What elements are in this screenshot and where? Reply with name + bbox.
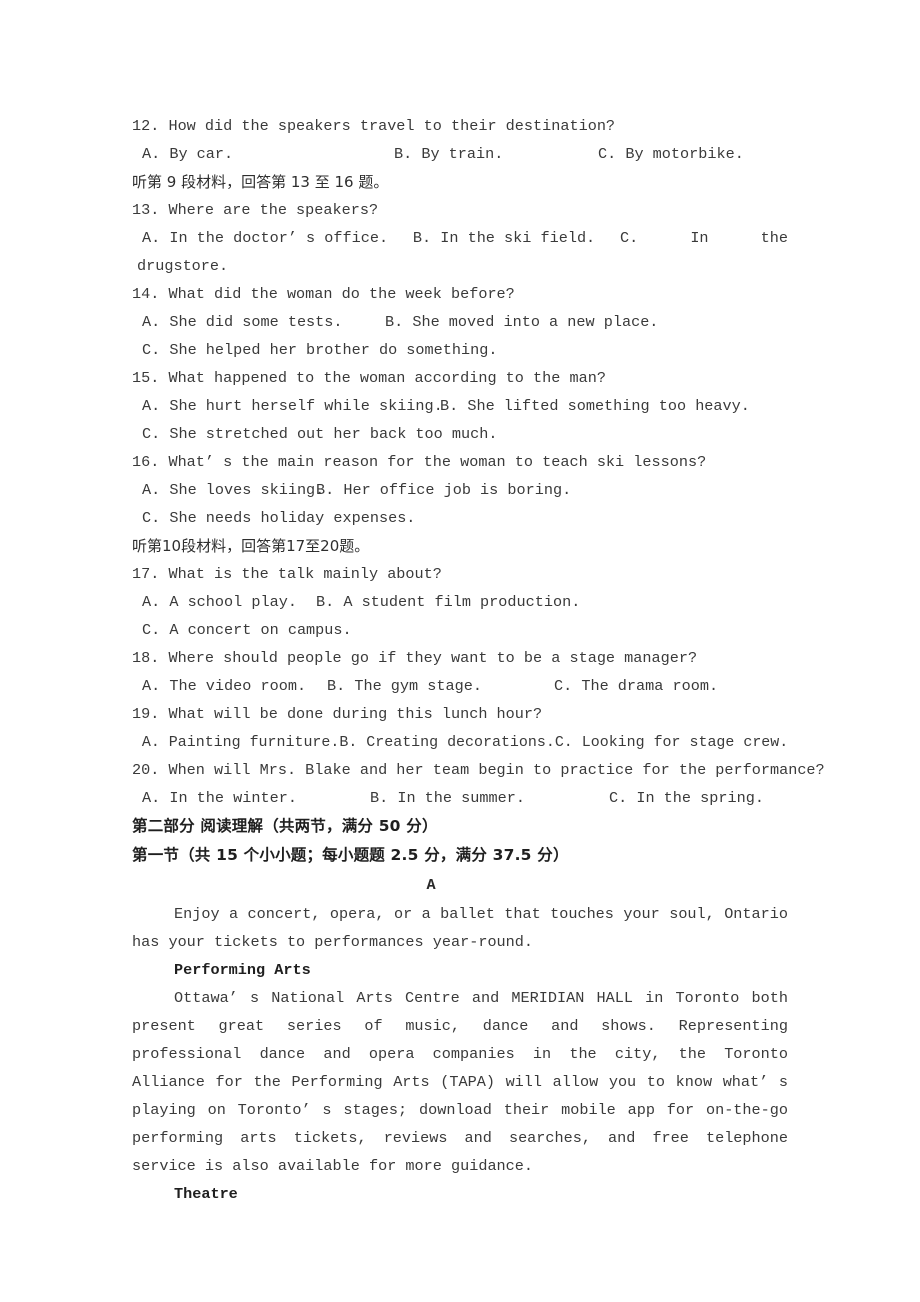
option-17-c[interactable]: C. A concert on campus. xyxy=(142,616,352,644)
question-stem-12: 12. How did the speakers travel to their… xyxy=(132,117,616,135)
option-row-12: A. By car. B. By train. C. By motorbike. xyxy=(132,140,788,168)
option-14-a[interactable]: A. She did some tests. xyxy=(142,308,343,336)
option-row-13: A. In the doctor’ s office. B. In the sk… xyxy=(132,224,788,252)
option-19-a[interactable]: A. Painting furniture. xyxy=(142,728,340,756)
option-row-15: A. She hurt herself while skiing. B. She… xyxy=(132,392,788,420)
page-content: 12. How did the speakers travel to their… xyxy=(132,112,825,1208)
option-13-a[interactable]: A. In the doctor’ s office. xyxy=(142,224,388,252)
option-row-16-c: C. She needs holiday expenses. xyxy=(132,504,788,532)
option-13-c-label: C. xyxy=(619,229,639,247)
option-13-b[interactable]: B. In the ski field. xyxy=(413,224,595,252)
question-stem-13: 13. Where are the speakers? xyxy=(132,201,379,219)
option-row-14: A. She did some tests. B. She moved into… xyxy=(132,308,788,336)
option-12-a[interactable]: A. By car. xyxy=(142,140,233,168)
option-16-a[interactable]: A. She loves skiing. xyxy=(142,476,324,504)
option-19-c[interactable]: C. Looking for stage crew. xyxy=(555,728,788,756)
option-row-16: A. She loves skiing. B. Her office job i… xyxy=(132,476,788,504)
question-stem-18: 18. Where should people go if they want … xyxy=(132,649,698,667)
option-row-20: A. In the winter. B. In the summer. C. I… xyxy=(132,784,788,812)
passage-subheading-theatre: Theatre xyxy=(174,1185,238,1203)
option-18-a[interactable]: A. The video room. xyxy=(142,672,306,700)
exam-paper-page: 12. How did the speakers travel to their… xyxy=(0,0,920,1302)
question-stem-17: 17. What is the talk mainly about? xyxy=(132,565,442,583)
option-18-b[interactable]: B. The gym stage. xyxy=(327,672,482,700)
reading-section-heading: 第一节（共 15 个小小题；每小题题 2.5 分，满分 37.5 分） xyxy=(132,846,569,864)
option-19-b[interactable]: B. Creating decorations. xyxy=(339,728,554,756)
option-15-c[interactable]: C. She stretched out her back too much. xyxy=(142,420,497,448)
option-20-a[interactable]: A. In the winter. xyxy=(142,784,297,812)
option-16-c[interactable]: C. She needs holiday expenses. xyxy=(142,504,415,532)
option-17-a[interactable]: A. A school play. xyxy=(142,588,297,616)
option-13-c-continuation: drugstore. xyxy=(137,257,229,275)
option-14-b[interactable]: B. She moved into a new place. xyxy=(385,308,658,336)
option-15-a[interactable]: A. She hurt herself while skiing. xyxy=(142,392,443,420)
passage-intro-paragraph: Enjoy a concert, opera, or a ballet that… xyxy=(132,905,788,951)
reading-part-heading: 第二部分 阅读理解（共两节，满分 50 分） xyxy=(132,817,438,835)
passage-letter-a: A xyxy=(426,876,436,894)
option-14-c[interactable]: C. She helped her brother do something. xyxy=(142,336,497,364)
option-13-c-word-1: In xyxy=(690,229,709,247)
option-17-b[interactable]: B. A student film production. xyxy=(316,588,580,616)
listening-instruction-set-10: 听第10段材料，回答第17至20题。 xyxy=(132,537,370,555)
option-13-c-word-2: the xyxy=(760,229,788,247)
question-stem-20: 20. When will Mrs. Blake and her team be… xyxy=(132,761,825,779)
passage-body-performing-arts: Ottawa’ s National Arts Centre and MERID… xyxy=(132,989,788,1175)
listening-instruction-set-9: 听第 9 段材料，回答第 13 至 16 题。 xyxy=(132,173,389,191)
option-12-b[interactable]: B. By train. xyxy=(394,140,503,168)
option-row-19: A. Painting furniture. B. Creating decor… xyxy=(132,728,788,756)
option-16-b[interactable]: B. Her office job is boring. xyxy=(316,476,571,504)
option-15-b[interactable]: B. She lifted something too heavy. xyxy=(440,392,750,420)
option-20-b[interactable]: B. In the summer. xyxy=(370,784,525,812)
option-13-c[interactable]: C. In the xyxy=(620,224,788,252)
question-stem-19: 19. What will be done during this lunch … xyxy=(132,705,543,723)
option-row-18: A. The video room. B. The gym stage. C. … xyxy=(132,672,788,700)
question-stem-14: 14. What did the woman do the week befor… xyxy=(132,285,515,303)
passage-subheading-performing-arts: Performing Arts xyxy=(174,961,311,979)
question-stem-15: 15. What happened to the woman according… xyxy=(132,369,606,387)
option-row-14-c: C. She helped her brother do something. xyxy=(132,336,788,364)
option-20-c[interactable]: C. In the spring. xyxy=(609,784,764,812)
option-12-c[interactable]: C. By motorbike. xyxy=(598,140,744,168)
option-row-17: A. A school play. B. A student film prod… xyxy=(132,588,788,616)
option-row-17-c: C. A concert on campus. xyxy=(132,616,788,644)
option-18-c[interactable]: C. The drama room. xyxy=(554,672,718,700)
option-row-15-c: C. She stretched out her back too much. xyxy=(132,420,788,448)
question-stem-16: 16. What’ s the main reason for the woma… xyxy=(132,453,707,471)
